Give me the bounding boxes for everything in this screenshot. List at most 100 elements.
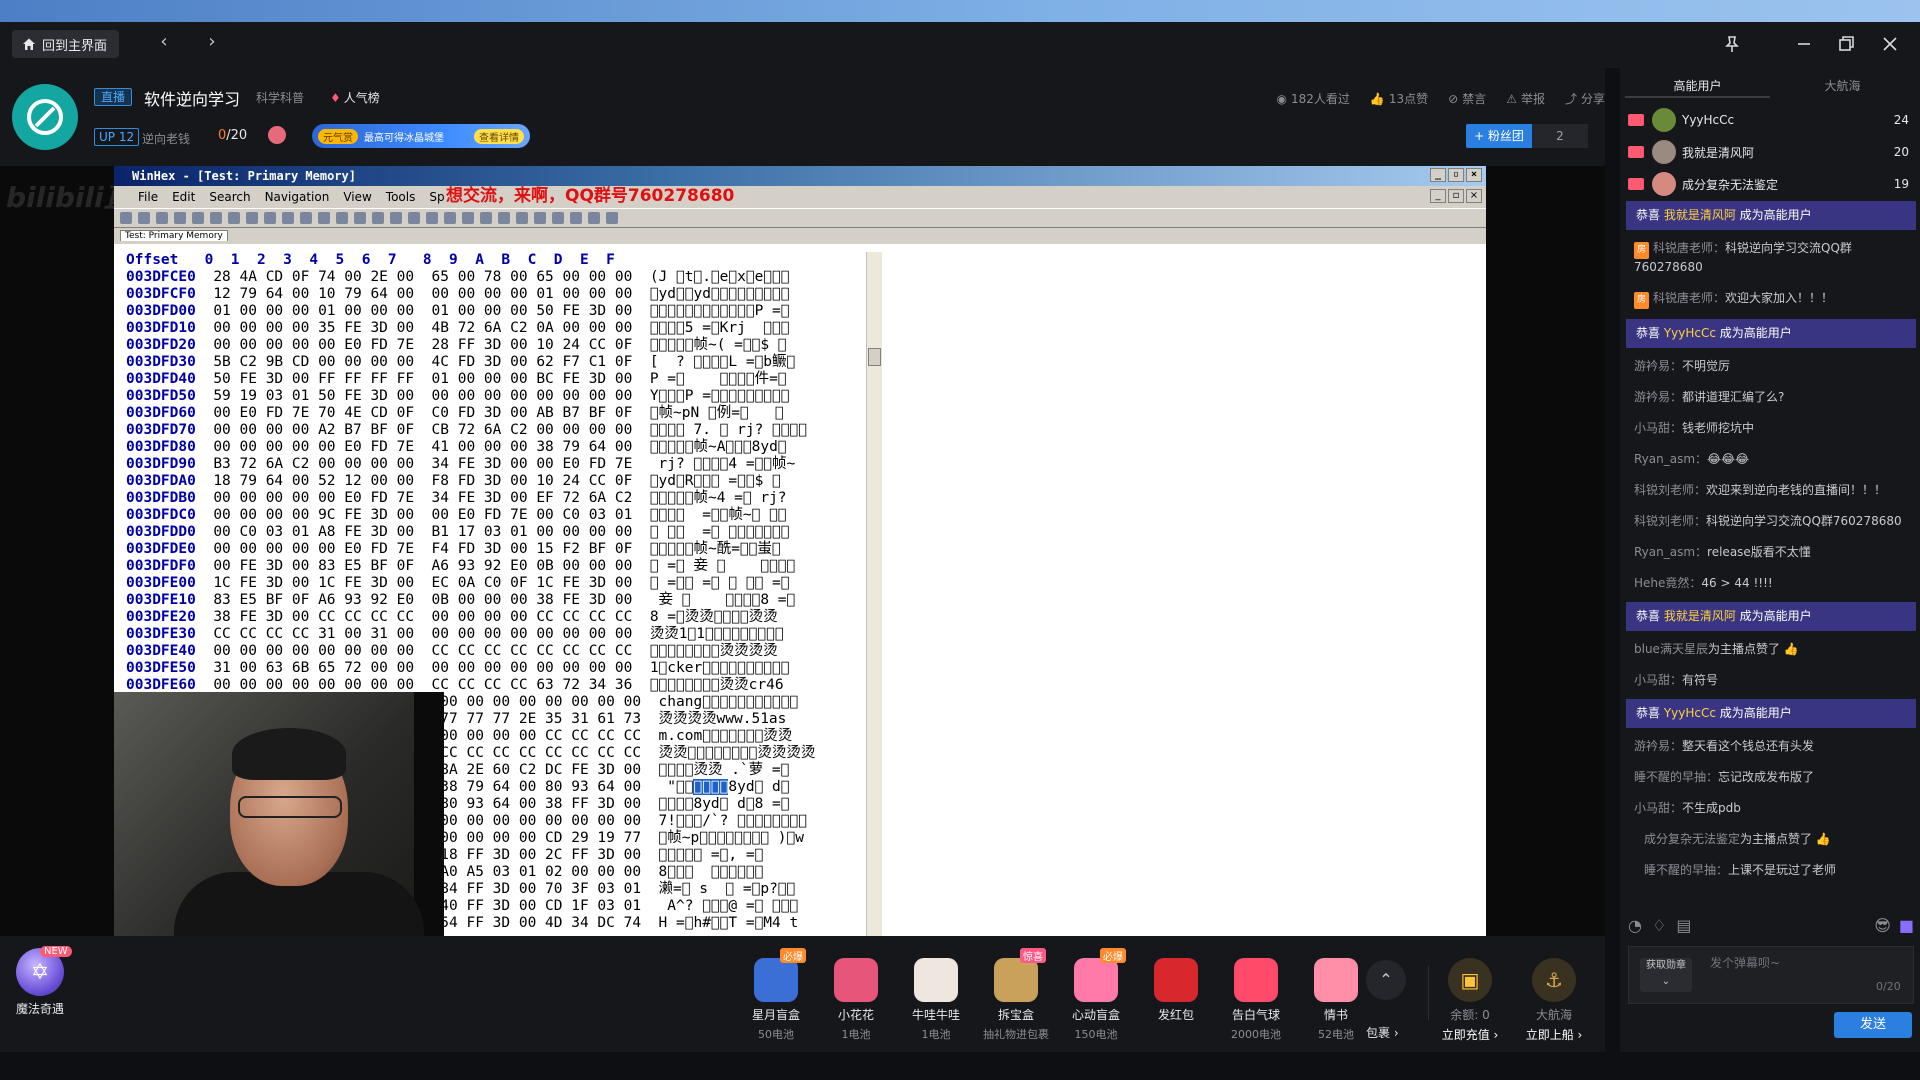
chat-text: 欢迎大家加入！！！: [1725, 291, 1834, 305]
gift-item[interactable]: 惊喜 拆宝盒 抽礼物进包裹: [976, 948, 1056, 1042]
system-username[interactable]: 我就是清风阿: [1664, 208, 1736, 222]
gift-item[interactable]: 必爆 星月盲盒 50电池: [736, 948, 816, 1042]
chat-username[interactable]: 小马甜：: [1634, 421, 1682, 435]
hex-row-ascii: 1 cker          : [649, 660, 790, 676]
hex-row-offset: 003DFE50: [126, 660, 196, 676]
pin-icon[interactable]: [1718, 30, 1746, 58]
presenter-hair: [232, 728, 346, 780]
palette-icon[interactable]: ◔: [1628, 916, 1642, 935]
hex-row-ascii: 妾       8 = : [649, 592, 796, 608]
chat-username[interactable]: 游衿易：: [1634, 359, 1682, 373]
hex-row: 003DFD10 00 00 00 00 35 FE 3D 00 4B 72 6…: [114, 320, 884, 337]
user-avatar: [1652, 140, 1676, 164]
system-username[interactable]: YyyHcCc: [1664, 706, 1716, 720]
back-icon[interactable]: ‹: [156, 33, 172, 51]
hex-row-offset: 003DFE00: [126, 575, 196, 591]
chat-bubble-icon[interactable]: ■: [1899, 916, 1914, 935]
chat-username[interactable]: 成分复杂无法鉴定: [1644, 832, 1740, 846]
hot-rank-tag[interactable]: ♦ 人气榜: [330, 89, 380, 106]
gift-price: 1电池: [841, 1028, 871, 1041]
board-link[interactable]: 立即上船 ›: [1514, 1026, 1594, 1043]
chat-username[interactable]: 科锐唐老师：: [1653, 241, 1725, 255]
gift-item[interactable]: 必爆 心动盲盒 150电池: [1056, 948, 1136, 1042]
hex-row-ascii:  帧~pN  例=   : [649, 405, 784, 421]
send-button[interactable]: 发送: [1834, 1012, 1912, 1038]
hex-row-offset: 003DFCE0: [126, 269, 196, 285]
join-fan-club-button[interactable]: + 粉丝团: [1466, 124, 1532, 148]
magic-adventure-button[interactable]: ✡ NEW 魔法奇遇: [12, 946, 72, 1017]
promo-badge[interactable]: 元气赏 最高可得冰晶城堡 查看详情: [312, 124, 530, 148]
ban-button[interactable]: ⊘ 禁言: [1448, 90, 1486, 107]
close-icon[interactable]: [1876, 30, 1904, 58]
chat-username[interactable]: 游衿易：: [1634, 739, 1682, 753]
chat-username[interactable]: 科锐刘老师：: [1634, 514, 1706, 528]
back-to-home-button[interactable]: 回到主界面: [12, 30, 120, 58]
hex-row: 003DFD90 B3 72 6A C2 00 00 00 00 34 FE 3…: [114, 456, 884, 473]
chat-username[interactable]: 游衿易：: [1634, 390, 1682, 404]
hex-row-ascii:     烫烫 .`萝 = : [658, 762, 790, 778]
chat-text: 科锐逆向学习交流QQ群760278680: [1706, 514, 1902, 528]
high-energy-user-row[interactable]: 成分复杂无法鉴定 19: [1625, 168, 1915, 200]
balance-button[interactable]: ▣ 余额: 0 立即充值 ›: [1430, 958, 1510, 1043]
medal-label: 获取勋章: [1646, 960, 1686, 971]
hex-row-ascii: 8          : [658, 864, 764, 880]
chat-message: Ryan_asm：😂😂😂: [1626, 444, 1916, 475]
user-ban-icon: ⊘: [1448, 91, 1459, 106]
gift-item[interactable]: 情书 52电池: [1296, 948, 1376, 1042]
captain-button[interactable]: ⚓ 大航海 立即上船 ›: [1514, 958, 1594, 1043]
system-prefix: 恭喜: [1636, 609, 1664, 623]
chat-username[interactable]: Ryan_asm：: [1634, 545, 1707, 559]
thumb-up-icon: 👍: [1369, 91, 1385, 106]
danmaku-input[interactable]: 发个弹幕呗~: [1710, 954, 1780, 971]
chat-text: 都讲道理汇编了么?: [1682, 390, 1785, 404]
system-username[interactable]: 我就是清风阿: [1664, 609, 1736, 623]
restore-icon[interactable]: [1832, 30, 1860, 58]
hex-row-offset: 003DFDE0: [126, 541, 196, 557]
chat-username[interactable]: 小马甜：: [1634, 801, 1682, 815]
chat-username[interactable]: Ryan_asm：: [1634, 452, 1707, 466]
tab-high-energy-users[interactable]: 高能用户: [1625, 74, 1770, 98]
chat-username[interactable]: 小马甜：: [1634, 673, 1682, 687]
share-button[interactable]: ⤴ 分享: [1565, 90, 1605, 107]
hex-row-offset: 003DFD20: [126, 337, 196, 353]
hex-row: 003DFDA0 18 79 64 00 52 12 00 00 F8 FD 3…: [114, 473, 884, 490]
high-energy-user-row[interactable]: YyyHcCc 24: [1625, 104, 1915, 136]
gift-heart-icon[interactable]: [268, 126, 286, 144]
emoji-icon[interactable]: 😎: [1874, 916, 1891, 935]
gift-item[interactable]: 小花花 1电池: [816, 948, 896, 1042]
captain-label: 大航海: [1535, 1008, 1572, 1022]
like-stat[interactable]: 👍 13点赞: [1370, 90, 1428, 107]
get-medal-button[interactable]: 获取勋章 ⌄: [1640, 958, 1692, 992]
forward-icon[interactable]: ›: [204, 33, 220, 51]
room-stats: ◉ 182人看过 👍 13点赞 ⊘ 禁言 ⚠ 举报 ⤴ 分享: [1276, 90, 1605, 107]
system-username[interactable]: YyyHcCc: [1664, 326, 1716, 340]
gift-item[interactable]: 告白气球 2000电池: [1216, 948, 1296, 1042]
chat-username[interactable]: 睡不醒的早抽：: [1644, 863, 1728, 877]
recharge-link[interactable]: 立即充值 ›: [1430, 1026, 1510, 1043]
new-badge: NEW: [40, 946, 72, 957]
up-name[interactable]: 逆向老钱: [142, 130, 190, 147]
gift-item[interactable]: 牛哇牛哇 1电池: [896, 948, 976, 1042]
hex-row-ascii: [ ?     L = b鳜 : [649, 354, 796, 370]
room-category[interactable]: 科学科普: [256, 89, 304, 106]
tab-captain[interactable]: 大航海: [1770, 74, 1915, 98]
image-icon[interactable]: ▤: [1676, 916, 1691, 935]
minimize-icon[interactable]: [1790, 30, 1818, 58]
chat-username[interactable]: Hehe竟然：: [1634, 576, 1701, 590]
mystery-box-icon: [754, 958, 798, 1002]
hex-header-cols: 0 1 2 3 4 5 6 7 8 9 A B C D E F: [204, 252, 615, 268]
gift-item[interactable]: 发红包: [1136, 948, 1216, 1026]
hex-row-offset: 003DFE20: [126, 609, 196, 625]
chat-username[interactable]: blue满天星辰: [1634, 642, 1708, 656]
chat-username[interactable]: 科锐唐老师：: [1653, 291, 1725, 305]
chat-username[interactable]: 科锐刘老师：: [1634, 483, 1706, 497]
streamer-avatar[interactable]: [12, 84, 78, 150]
report-label: 举报: [1520, 92, 1545, 106]
high-energy-user-row[interactable]: 我就是清风阿 20: [1625, 136, 1915, 168]
report-button[interactable]: ⚠ 举报: [1506, 90, 1545, 107]
chat-username[interactable]: 睡不醒的早抽：: [1634, 770, 1718, 784]
bell-icon[interactable]: ♢: [1652, 916, 1666, 935]
expand-gifts-button[interactable]: ⌃: [1366, 960, 1406, 1000]
hex-row: 003DFD60 00 E0 FD 7E 70 4E CD 0F C0 FD 3…: [114, 405, 884, 422]
pack-button[interactable]: 包裹 ›: [1366, 1024, 1399, 1041]
